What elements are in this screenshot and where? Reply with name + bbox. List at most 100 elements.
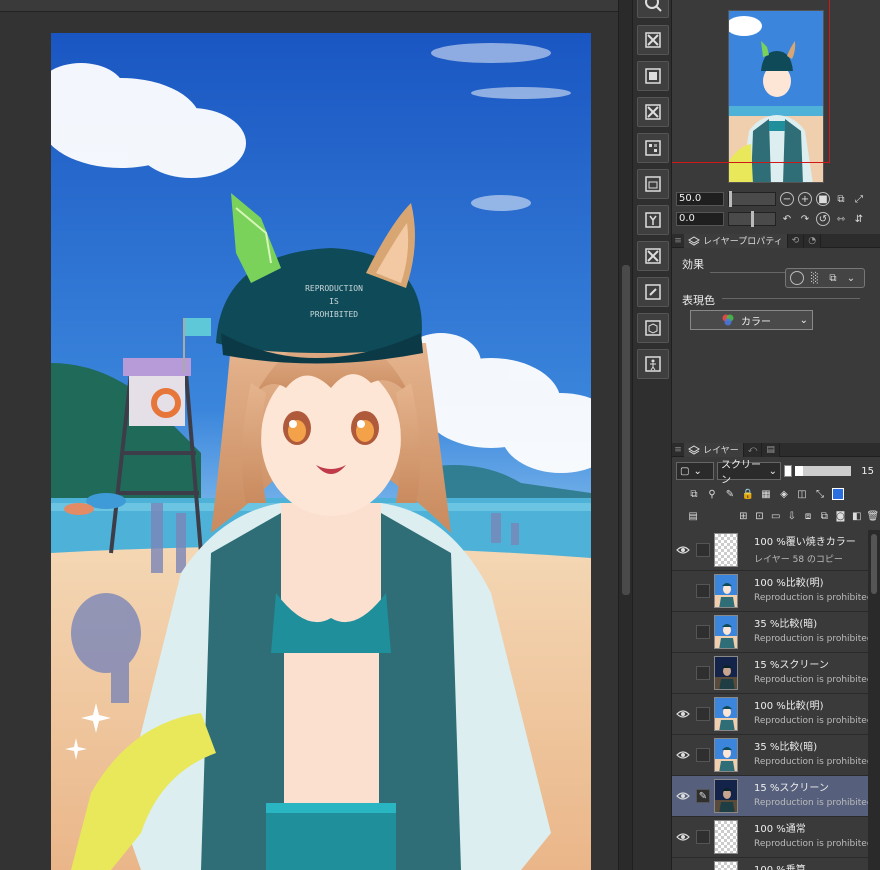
clear-layer-icon[interactable] (637, 241, 669, 271)
border-effect-icon[interactable] (790, 271, 804, 285)
layer-row[interactable]: 100 %比較(明) Reproduction is prohibited 2 (672, 571, 868, 612)
layer-edit-toggle[interactable] (696, 666, 710, 680)
search-layer-icon[interactable] (637, 0, 669, 18)
layer-edit-toggle[interactable] (696, 584, 710, 598)
3d-layer-icon[interactable] (637, 313, 669, 343)
tab-layer[interactable]: レイヤー (684, 442, 744, 457)
cap-text-2: IS (329, 297, 339, 306)
opacity-thumb-icon[interactable] (784, 465, 792, 477)
draft-layer-icon[interactable]: ✎ (722, 486, 738, 502)
zoom-out-icon[interactable]: − (780, 192, 794, 206)
reference-layer-icon[interactable]: ⚲ (704, 486, 720, 502)
lock-icon[interactable]: 🔒 (740, 486, 756, 502)
panel-menu-icon[interactable]: ▤ (686, 508, 700, 524)
duplicate-layer-icon[interactable]: ⧉ (817, 508, 831, 524)
expression-color-select[interactable]: カラー ⌄ (690, 310, 813, 330)
layer-edit-toggle[interactable] (696, 748, 710, 762)
figure-layer-icon[interactable] (637, 349, 669, 379)
visibility-toggle[interactable] (672, 571, 694, 611)
layer-name-label: Reproduction is prohibited 2 (754, 716, 868, 726)
new-raster-layer-icon[interactable]: ⊞ (736, 508, 750, 524)
zoom-input[interactable]: 50.0 (676, 192, 724, 206)
layer-edit-toggle[interactable]: ✎ (696, 789, 710, 803)
tab-tertiary[interactable]: ◔ (804, 233, 822, 248)
rotation-slider-thumb[interactable] (751, 211, 754, 227)
mask-enable-icon[interactable]: ◫ (794, 486, 810, 502)
effect-dropdown-icon[interactable]: ⌄ (844, 271, 858, 285)
illustration-canvas[interactable]: REPRODUCTION IS PROHIBITED (51, 33, 591, 870)
merge-layer-icon[interactable] (637, 205, 669, 235)
delete-layer-icon[interactable] (637, 25, 669, 55)
opacity-slider[interactable] (795, 466, 851, 476)
panel-grip-icon[interactable]: ≡ (672, 236, 684, 246)
zoom-in-icon[interactable]: + (798, 192, 812, 206)
canvas-scroll-thumb[interactable] (622, 265, 630, 595)
layer-edit-toggle[interactable] (696, 830, 710, 844)
layer-row[interactable]: 15 %スクリーン Reproduction is prohibited 2 (672, 653, 868, 694)
layer-edit-toggle[interactable] (696, 543, 710, 557)
new-vector-layer-icon[interactable]: ⊡ (752, 508, 766, 524)
navigator-preview[interactable] (728, 10, 824, 183)
layer-row[interactable]: 100 %乗算 (672, 858, 868, 870)
tab-layer-tertiary[interactable]: ▤ (762, 442, 780, 457)
tab-secondary[interactable]: ⟲ (787, 233, 805, 248)
combine-layer-icon[interactable]: ⧈ (801, 508, 815, 524)
layer-row[interactable]: 35 %比較(暗) Reproduction is prohibited 2 (672, 735, 868, 776)
palette-color-icon[interactable]: ◈ (776, 486, 792, 502)
zoom-slider-thumb[interactable] (729, 191, 732, 207)
layer-mask-icon[interactable] (637, 61, 669, 91)
tone-effect-icon[interactable]: ░ (808, 271, 822, 285)
visibility-toggle[interactable] (672, 612, 694, 652)
canvas-vertical-scrollbar[interactable] (618, 0, 632, 870)
rotate-left-icon[interactable]: ↶ (780, 212, 794, 226)
layer-edit-toggle[interactable] (696, 707, 710, 721)
reset-rotation-icon[interactable]: ↺ (816, 212, 830, 226)
rasterize-icon[interactable] (637, 133, 669, 163)
zoom-slider[interactable] (728, 191, 776, 207)
new-folder-icon[interactable]: ▭ (769, 508, 783, 524)
stop-icon[interactable]: ■ (816, 192, 830, 206)
tab-layer-secondary[interactable]: ⤺ (743, 442, 763, 457)
layer-row[interactable]: 35 %比較(暗) Reproduction is prohibited 2 (672, 612, 868, 653)
layer-folder-icon[interactable] (637, 169, 669, 199)
lock-alpha-icon[interactable]: ▦ (758, 486, 774, 502)
rotation-input[interactable]: 0.0 (676, 212, 724, 226)
layer-edit-toggle[interactable] (696, 625, 710, 639)
flip-horizontal-icon[interactable]: ⇿ (834, 212, 848, 226)
visibility-toggle[interactable] (672, 694, 694, 734)
apply-mask-icon[interactable]: ◧ (850, 508, 864, 524)
layer-row[interactable]: 100 %通常 Reproduction is prohibited 2 (672, 817, 868, 858)
clip-lower-layer-icon[interactable]: ⧉ (686, 486, 702, 502)
layer-row[interactable]: 100 %覆い焼きカラー レイヤー 58 のコピー (672, 530, 868, 571)
visibility-toggle[interactable] (672, 858, 694, 870)
mask-icon[interactable]: ◙ (833, 508, 847, 524)
layer-row[interactable]: 100 %比較(明) Reproduction is prohibited 2 (672, 694, 868, 735)
visibility-toggle[interactable] (672, 653, 694, 693)
rotation-slider[interactable] (728, 211, 776, 227)
opacity-value: 15 (861, 465, 874, 477)
actual-size-icon[interactable]: ⧉ (834, 192, 848, 206)
rotate-right-icon[interactable]: ↷ (798, 212, 812, 226)
trash-icon[interactable]: 🗑 (866, 508, 880, 524)
canvas-area[interactable]: REPRODUCTION IS PROHIBITED (0, 0, 618, 870)
fit-window-icon[interactable]: ⤢ (852, 192, 866, 206)
layer-scroll-thumb[interactable] (871, 534, 877, 594)
layer-list-scrollbar[interactable] (868, 530, 880, 870)
ruler-icon[interactable]: ⤡ (812, 486, 828, 502)
edit-layer-icon[interactable] (637, 277, 669, 307)
delete-mask-icon[interactable] (637, 97, 669, 127)
layer-shape-select[interactable]: ▢ ⌄ (676, 462, 714, 480)
layer-name-label: Reproduction is prohibited 2 (754, 757, 868, 767)
panel-grip-icon[interactable]: ≡ (672, 445, 684, 455)
flip-vertical-icon[interactable]: ⇵ (852, 212, 866, 226)
layer-row[interactable]: ✎ 15 %スクリーン Reproduction is prohibited 2 (672, 776, 868, 817)
layer-color-icon[interactable] (830, 486, 846, 502)
visibility-toggle[interactable] (672, 530, 694, 570)
tab-layer-property[interactable]: レイヤープロパティ (684, 233, 788, 248)
layer-color-effect-icon[interactable]: ⧉ (826, 271, 840, 285)
blend-mode-select[interactable]: スクリーン ⌄ (717, 460, 781, 486)
visibility-toggle[interactable] (672, 735, 694, 775)
visibility-toggle[interactable] (672, 776, 694, 816)
transfer-layer-icon[interactable]: ⇩ (785, 508, 799, 524)
visibility-toggle[interactable] (672, 817, 694, 857)
